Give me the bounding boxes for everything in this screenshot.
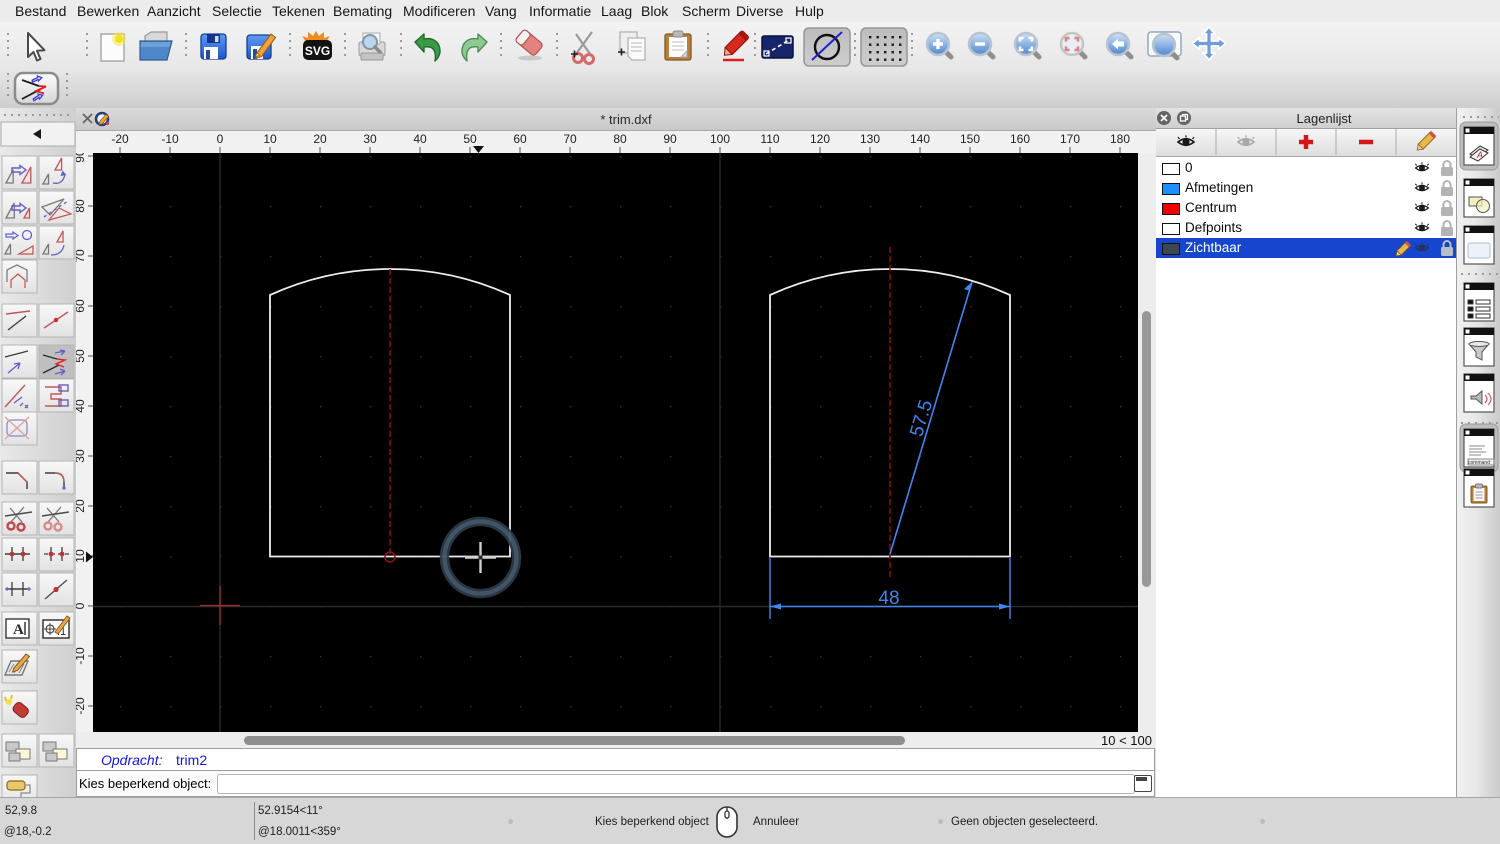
svg-text:110: 110 <box>760 132 779 146</box>
svg-text:140: 140 <box>910 132 930 146</box>
svg-text:80: 80 <box>76 199 87 213</box>
svg-text:20: 20 <box>76 499 87 513</box>
svg-text:A: A <box>1476 150 1483 160</box>
svg-text:10: 10 <box>76 549 87 563</box>
svg-text:130: 130 <box>860 132 880 146</box>
svg-text:50: 50 <box>463 132 477 146</box>
svg-text:150: 150 <box>960 132 980 146</box>
svg-text:50: 50 <box>76 349 87 363</box>
svg-text:80: 80 <box>613 132 627 146</box>
svg-text:10: 10 <box>263 132 277 146</box>
svg-text:60: 60 <box>513 132 527 146</box>
svg-text:-10: -10 <box>161 132 179 146</box>
svg-text:-20: -20 <box>111 132 129 146</box>
svg-text:30: 30 <box>363 132 377 146</box>
svg-text:48: 48 <box>878 588 899 609</box>
svg-text:120: 120 <box>810 132 830 146</box>
svg-text:160: 160 <box>1010 132 1030 146</box>
svg-text:0: 0 <box>76 602 87 609</box>
svg-text:20: 20 <box>313 132 327 146</box>
svg-text:command: command <box>1468 460 1490 466</box>
svg-text:100: 100 <box>710 132 730 146</box>
svg-text:170: 170 <box>1060 132 1080 146</box>
svg-text:0: 0 <box>217 132 224 146</box>
svg-text:70: 70 <box>76 249 87 263</box>
svg-text:SVG: SVG <box>305 44 330 58</box>
svg-text:90: 90 <box>76 153 87 163</box>
svg-text:60: 60 <box>76 299 87 313</box>
svg-text:40: 40 <box>413 132 427 146</box>
svg-text:-20: -20 <box>76 697 87 715</box>
svg-text:A: A <box>13 622 24 638</box>
svg-text:180: 180 <box>1110 132 1130 146</box>
svg-text:90: 90 <box>663 132 677 146</box>
svg-text:30: 30 <box>76 449 87 463</box>
svg-text:40: 40 <box>76 399 87 413</box>
svg-text:70: 70 <box>563 132 577 146</box>
svg-text:-10: -10 <box>76 647 87 665</box>
